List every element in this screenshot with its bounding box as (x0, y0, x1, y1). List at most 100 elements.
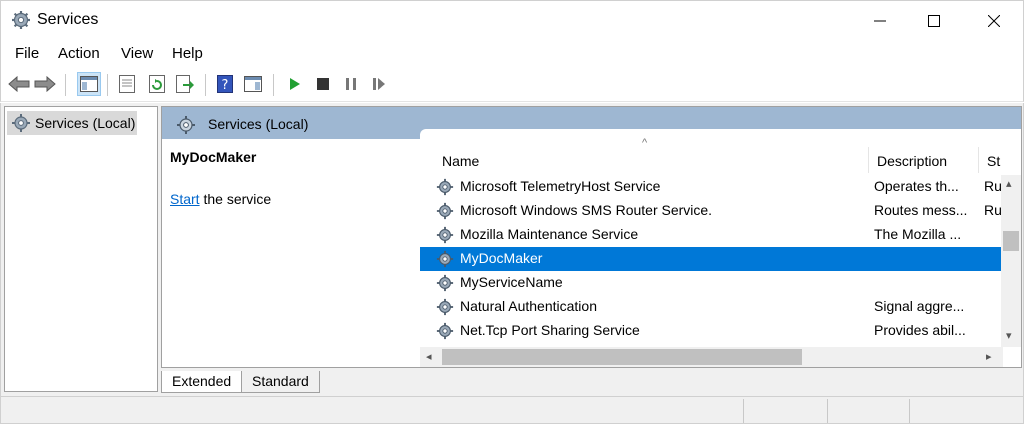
main-area: Services (Local) Services (Local) MyDocM… (0, 103, 1024, 396)
toolbar-separator (205, 74, 206, 96)
scroll-left-icon[interactable]: ◂ (426, 350, 432, 363)
column-divider[interactable] (978, 147, 979, 173)
tree-item-label: Services (Local) (35, 115, 136, 131)
sort-ascending-icon: ^ (642, 137, 648, 149)
menu-help[interactable]: Help (172, 45, 203, 62)
close-button[interactable] (967, 1, 1021, 41)
service-name: MyServiceName (460, 274, 563, 290)
detail-header-label: Services (Local) (208, 116, 309, 132)
services-gear-icon (12, 114, 30, 132)
table-row[interactable]: Net.Tcp Port Sharing Service Provides ab… (420, 319, 1003, 343)
column-header-name[interactable]: Name (442, 153, 479, 169)
svg-text:?: ? (222, 78, 229, 93)
table-row[interactable]: Natural Authentication Signal aggre... (420, 295, 1003, 319)
horizontal-scroll-thumb[interactable] (442, 349, 802, 365)
service-gear-icon (436, 322, 454, 340)
help-icon: ? (217, 75, 233, 93)
pause-icon (346, 78, 356, 90)
service-name: Microsoft TelemetryHost Service (460, 178, 661, 194)
back-button[interactable] (7, 72, 31, 96)
maximize-icon (928, 15, 940, 27)
forward-button[interactable] (33, 72, 57, 96)
menu-action[interactable]: Action (58, 45, 100, 62)
status-divider (909, 399, 910, 423)
tab-extended[interactable]: Extended (161, 371, 243, 393)
menu-bar: File Action View Help (0, 40, 1024, 68)
resume-icon (373, 78, 385, 90)
column-header-row: ^ Name Description St (420, 129, 1021, 175)
service-gear-icon (436, 202, 454, 220)
service-name: Mozilla Maintenance Service (460, 226, 639, 242)
scroll-down-icon[interactable]: ▾ (1006, 329, 1012, 342)
scroll-up-icon[interactable]: ▴ (1006, 177, 1012, 190)
services-list: ^ Name Description St Microsoft Telemetr… (420, 129, 1021, 367)
action-pane-icon (244, 76, 262, 92)
minimize-button[interactable] (853, 1, 907, 41)
back-arrow-icon (8, 76, 30, 92)
selected-service-title: MyDocMaker (170, 149, 257, 165)
maximize-button[interactable] (907, 1, 961, 41)
menu-file[interactable]: File (15, 45, 39, 62)
toolbar-separator (273, 74, 274, 96)
service-action-text: Start the service (170, 191, 271, 207)
toolbar-separator (107, 74, 108, 96)
service-gear-icon (436, 250, 454, 268)
table-row[interactable]: Microsoft TelemetryHost Service Operates… (420, 175, 1003, 199)
minimize-icon (874, 20, 886, 22)
table-row[interactable]: MyServiceName (420, 271, 1003, 295)
export-list-button[interactable] (173, 72, 197, 96)
service-name: Net.Tcp Port Sharing Service (460, 322, 640, 338)
menu-view[interactable]: View (121, 45, 153, 62)
services-gear-icon (177, 116, 195, 134)
service-name: Natural Authentication (460, 298, 597, 314)
tree-item-services-local[interactable]: Services (Local) (7, 111, 137, 135)
pause-service-button[interactable] (339, 72, 363, 96)
vertical-scrollbar[interactable]: ▴ ▾ (1001, 175, 1021, 347)
table-row-selected[interactable]: MyDocMaker (420, 247, 1003, 271)
service-description: Routes mess... (874, 202, 968, 218)
console-tree-icon (80, 76, 98, 92)
vertical-scroll-thumb[interactable] (1003, 231, 1019, 251)
show-hide-tree-button[interactable] (77, 72, 101, 96)
services-gear-icon (12, 11, 30, 29)
table-row[interactable]: Microsoft Windows SMS Router Service. Ro… (420, 199, 1003, 223)
service-action-rest: the service (199, 191, 272, 207)
service-description: Operates th... (874, 178, 959, 194)
title-bar: Services (0, 0, 1024, 40)
properties-button[interactable] (115, 72, 139, 96)
status-divider (827, 399, 828, 423)
tab-standard[interactable]: Standard (241, 371, 320, 393)
refresh-icon (149, 75, 165, 93)
toolbar: ? (0, 68, 1024, 102)
refresh-button[interactable] (145, 72, 169, 96)
start-service-link[interactable]: Start (170, 191, 200, 207)
toolbar-separator (65, 74, 66, 96)
service-description-pane: MyDocMaker Start the service (170, 149, 420, 207)
start-service-button[interactable] (283, 72, 307, 96)
service-status: Ru (984, 202, 1002, 218)
column-divider[interactable] (868, 147, 869, 173)
show-action-pane-button[interactable] (241, 72, 265, 96)
export-icon (176, 75, 194, 93)
help-button[interactable]: ? (213, 72, 237, 96)
resume-service-button[interactable] (367, 72, 391, 96)
service-rows: Microsoft TelemetryHost Service Operates… (420, 175, 1003, 347)
close-icon (988, 15, 1000, 27)
window-title: Services (37, 11, 99, 28)
service-description: The Mozilla ... (874, 226, 962, 242)
column-header-status[interactable]: St (987, 153, 1000, 169)
service-gear-icon (436, 226, 454, 244)
play-icon (290, 78, 300, 90)
scroll-right-icon[interactable]: ▸ (986, 350, 992, 363)
service-name: Microsoft Windows SMS Router Service. (460, 202, 713, 218)
service-description: Provides abil... (874, 322, 966, 338)
horizontal-scrollbar[interactable]: ◂ ▸ (420, 347, 1003, 367)
stop-service-button[interactable] (311, 72, 335, 96)
service-status: Ru (984, 178, 1002, 194)
service-name: MyDocMaker (460, 250, 543, 266)
table-row[interactable]: Mozilla Maintenance Service The Mozilla … (420, 223, 1003, 247)
console-tree: Services (Local) (4, 106, 158, 392)
forward-arrow-icon (34, 76, 56, 92)
status-divider (743, 399, 744, 423)
column-header-description[interactable]: Description (877, 153, 947, 169)
